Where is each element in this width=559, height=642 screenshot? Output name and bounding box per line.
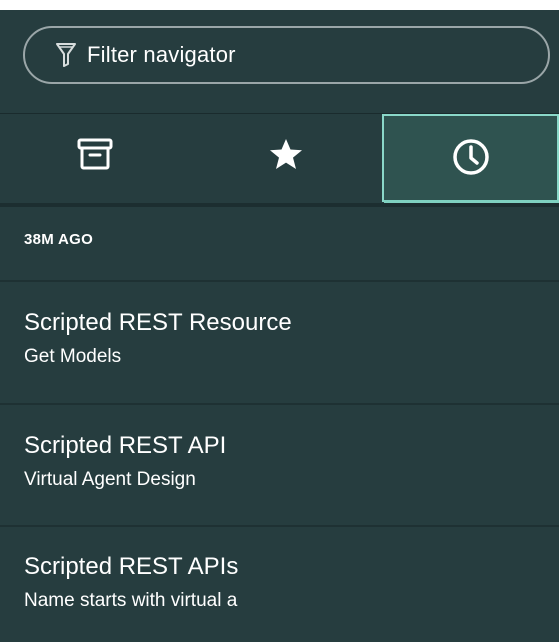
- navigator-panel: Filter navigator 38M AGO Scripted REST R…: [0, 10, 559, 642]
- history-item[interactable]: Scripted REST APIs Name starts with virt…: [24, 552, 238, 614]
- star-icon: [268, 137, 304, 176]
- clock-icon: [451, 137, 491, 182]
- divider: [0, 403, 559, 405]
- filter-icon: [55, 41, 79, 69]
- history-item-subtitle: Get Models: [24, 346, 122, 367]
- filter-navigator-input[interactable]: Filter navigator: [23, 26, 550, 84]
- tab-history[interactable]: [382, 114, 559, 202]
- history-item[interactable]: Scripted REST Resource Get Models: [24, 308, 292, 370]
- filter-placeholder: Filter navigator: [87, 42, 236, 67]
- tab-all-applications[interactable]: [0, 114, 190, 199]
- history-item-title: Scripted REST Resource: [24, 309, 292, 336]
- history-item[interactable]: Scripted REST API Virtual Agent Design: [24, 431, 226, 493]
- navigator-tabs: [0, 113, 559, 207]
- tabs-divider: [0, 203, 559, 207]
- history-time-label: 38M AGO: [24, 231, 94, 248]
- top-strip: [0, 0, 559, 10]
- archive-icon: [76, 137, 114, 176]
- divider: [0, 525, 559, 527]
- history-item-title: Scripted REST API: [24, 432, 227, 459]
- history-item-subtitle: Virtual Agent Design: [24, 469, 196, 490]
- history-item-subtitle: Name starts with virtual a: [24, 590, 238, 611]
- tab-favorites[interactable]: [190, 114, 382, 199]
- history-item-title: Scripted REST APIs: [24, 553, 239, 580]
- divider: [0, 280, 559, 282]
